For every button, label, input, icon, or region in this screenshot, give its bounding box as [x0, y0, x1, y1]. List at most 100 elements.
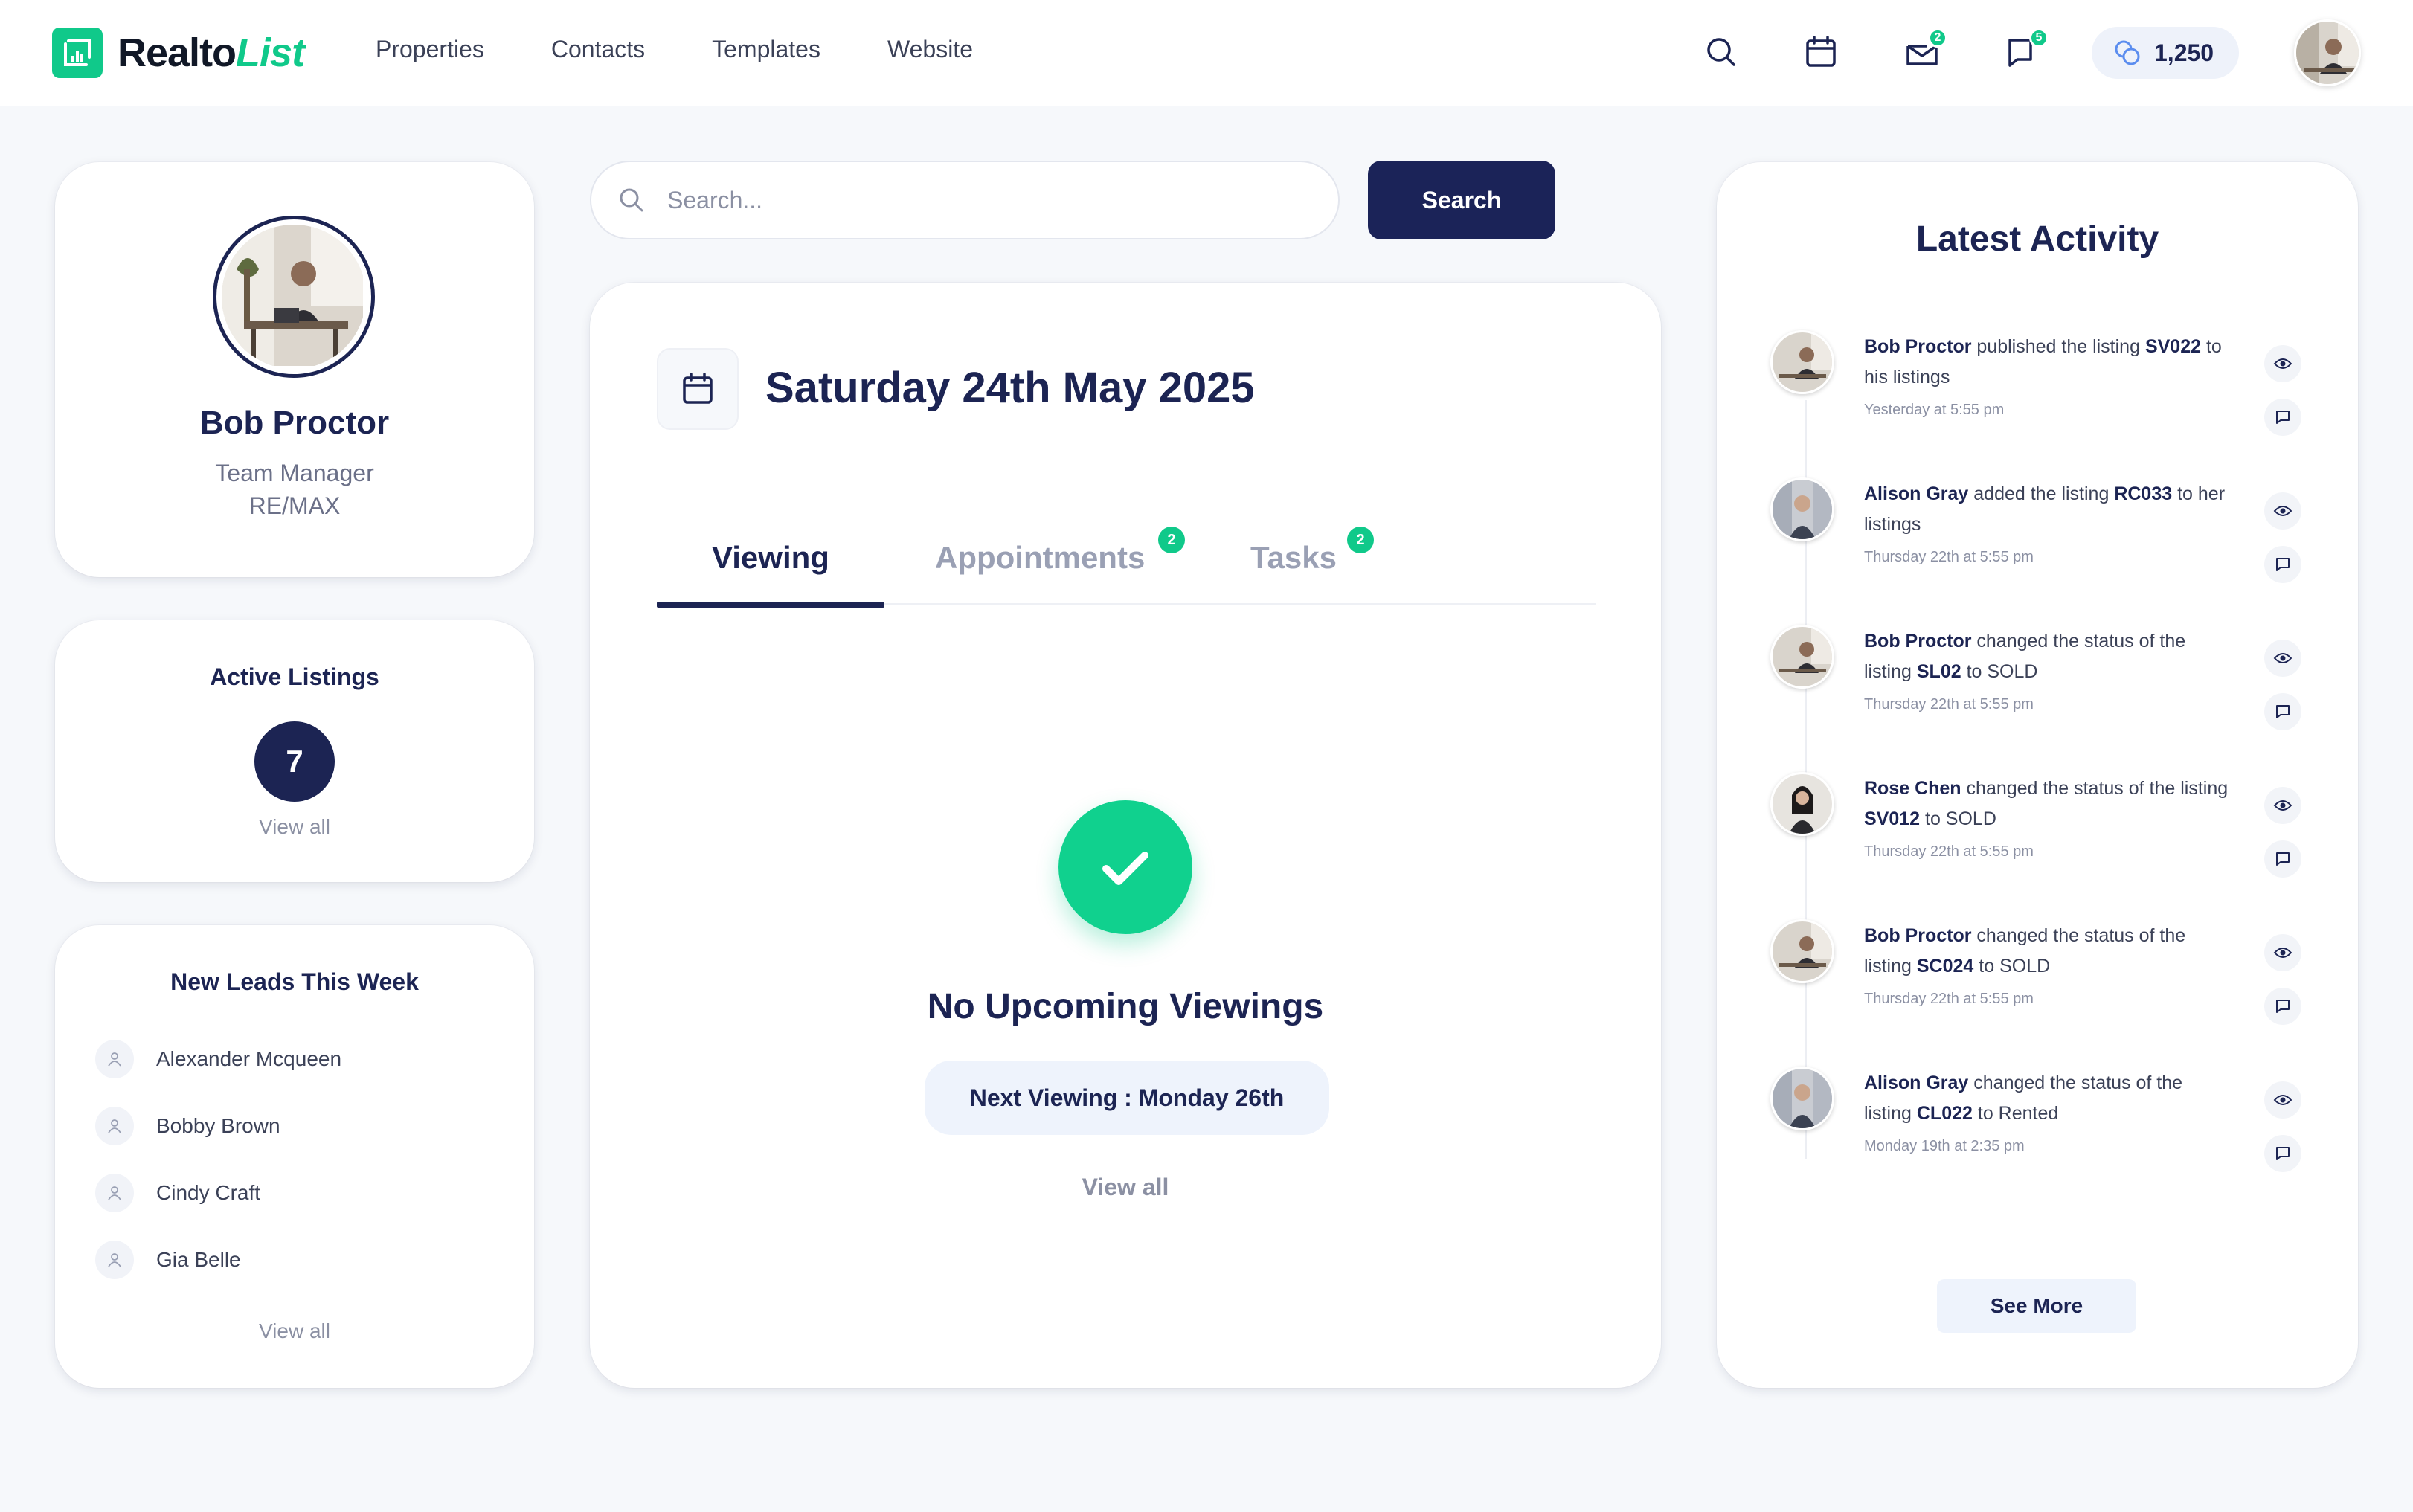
comment-icon[interactable]: [2264, 399, 2301, 436]
activity-text: Rose Chen changed the status of the list…: [1864, 778, 2229, 829]
coins-icon: [2115, 40, 2140, 65]
activity-avatar: [1770, 330, 1834, 394]
comment-icon[interactable]: [2264, 1135, 2301, 1172]
logo-mark-icon: [52, 28, 103, 78]
schedule-view-all[interactable]: View all: [590, 1174, 1661, 1201]
profile-card: Bob Proctor Team Manager RE/MAX: [55, 162, 534, 577]
activity-avatar: [1770, 1067, 1834, 1130]
check-icon: [1058, 800, 1192, 934]
activity-title: Latest Activity: [1915, 219, 2159, 259]
activity-text: Alison Gray added the listing RC033 to h…: [1864, 483, 2226, 535]
activity-time: Thursday 22th at 5:55 pm: [1864, 696, 2034, 712]
brand-logo[interactable]: RealtoList: [52, 27, 305, 79]
activity-text: Alison Gray changed the status of the li…: [1864, 1072, 2183, 1124]
nav-link-contacts[interactable]: Contacts: [551, 36, 645, 63]
lead-item[interactable]: Alexander Mcqueen: [95, 1040, 341, 1078]
activity-item: Bob Proctor changed the status of the li…: [1770, 916, 2336, 1035]
comment-icon[interactable]: [2264, 840, 2301, 878]
eye-icon[interactable]: [2264, 345, 2301, 382]
search-input[interactable]: [667, 186, 1307, 214]
search-icon: [620, 188, 643, 212]
comment-icon[interactable]: [2264, 546, 2301, 583]
credits-pill[interactable]: 1,250: [2092, 27, 2239, 79]
schedule-card: Saturday 24th May 2025 Viewing Appointme…: [590, 283, 1661, 1388]
nav-link-properties[interactable]: Properties: [376, 36, 484, 63]
tab-appointments[interactable]: Appointments 2: [934, 506, 1194, 605]
lead-item[interactable]: Cindy Craft: [95, 1174, 260, 1212]
person-icon: [95, 1040, 134, 1078]
comment-icon[interactable]: [2264, 693, 2301, 730]
eye-icon[interactable]: [2264, 934, 2301, 971]
brand-name: RealtoList: [118, 30, 305, 75]
mail-badge: 2: [1928, 28, 1947, 48]
profile-name: Bob Proctor: [199, 405, 390, 441]
eye-icon[interactable]: [2264, 492, 2301, 530]
search-icon[interactable]: [1702, 33, 1741, 71]
tab-viewing[interactable]: Viewing: [657, 506, 884, 608]
nav-link-templates[interactable]: Templates: [712, 36, 820, 63]
active-tab-indicator: [657, 602, 884, 608]
search-button[interactable]: Search: [1368, 161, 1555, 239]
eye-icon[interactable]: [2264, 787, 2301, 824]
new-leads-view-all[interactable]: View all: [55, 1319, 534, 1343]
tab-tasks-label: Tasks: [1250, 540, 1337, 575]
comment-icon[interactable]: [2264, 988, 2301, 1025]
activity-text: Bob Proctor published the listing SV022 …: [1864, 336, 2222, 387]
eye-icon[interactable]: [2264, 1081, 2301, 1119]
activity-avatar: [1770, 919, 1834, 983]
activity-item: Bob Proctor changed the status of the li…: [1770, 622, 2336, 741]
chat-icon[interactable]: 5: [2004, 28, 2049, 71]
activity-time: Thursday 22th at 5:55 pm: [1864, 549, 2034, 565]
new-leads-card: New Leads This Week Alexander Mcqueen Bo…: [55, 925, 534, 1388]
tasks-badge: 2: [1347, 527, 1374, 553]
top-navbar: RealtoList Properties Contacts Templates…: [0, 0, 2413, 106]
calendar-icon: [657, 348, 739, 430]
active-listings-card: Active Listings 7 View all: [55, 620, 534, 882]
activity-item: Alison Gray changed the status of the li…: [1770, 1064, 2336, 1183]
lead-name: Cindy Craft: [156, 1181, 261, 1204]
eye-icon[interactable]: [2264, 640, 2301, 677]
next-viewing-pill[interactable]: Next Viewing : Monday 26th: [925, 1061, 1329, 1135]
schedule-date: Saturday 24th May 2025: [765, 364, 1255, 412]
lead-item[interactable]: Gia Belle: [95, 1241, 241, 1279]
credits-value: 1,250: [2154, 39, 2214, 66]
profile-photo: [213, 216, 375, 378]
mail-icon[interactable]: 2: [1903, 28, 1947, 71]
empty-state-title: No Upcoming Viewings: [927, 987, 1324, 1026]
tab-tasks[interactable]: Tasks 2: [1249, 506, 1383, 605]
activity-text: Bob Proctor changed the status of the li…: [1864, 925, 2186, 977]
activity-text: Bob Proctor changed the status of the li…: [1864, 631, 2186, 682]
activity-time: Thursday 22th at 5:55 pm: [1864, 991, 2034, 1007]
appointments-badge: 2: [1158, 527, 1185, 553]
lead-name: Bobby Brown: [156, 1114, 280, 1137]
tab-appointments-label: Appointments: [935, 540, 1146, 575]
activity-avatar: [1770, 772, 1834, 836]
active-listings-title: Active Listings: [210, 663, 379, 690]
schedule-tabs: Viewing Appointments 2 Tasks 2: [657, 506, 1596, 608]
active-listings-count[interactable]: 7: [254, 721, 335, 802]
activity-time: Yesterday at 5:55 pm: [1864, 402, 2005, 418]
new-leads-title: New Leads This Week: [170, 968, 419, 995]
activity-time: Monday 19th at 2:35 pm: [1864, 1138, 2025, 1154]
activity-item: Alison Gray added the listing RC033 to h…: [1770, 474, 2336, 593]
lead-item[interactable]: Bobby Brown: [95, 1107, 280, 1145]
profile-role: Team Manager: [215, 460, 374, 486]
person-icon: [95, 1241, 134, 1279]
see-more-button[interactable]: See More: [1937, 1279, 2136, 1333]
lead-name: Gia Belle: [156, 1248, 241, 1271]
main-nav: Properties Contacts Templates Website: [376, 36, 1040, 63]
activity-item: Rose Chen changed the status of the list…: [1770, 769, 2336, 888]
user-avatar[interactable]: [2294, 19, 2361, 86]
person-icon: [95, 1107, 134, 1145]
calendar-icon[interactable]: [1802, 33, 1840, 71]
activity-avatar: [1770, 477, 1834, 541]
latest-activity-card: Latest Activity Bob Proctor published th…: [1717, 162, 2358, 1388]
active-listings-view-all[interactable]: View all: [55, 815, 534, 839]
tab-viewing-label: Viewing: [712, 540, 829, 575]
chat-badge: 5: [2029, 28, 2049, 48]
nav-link-website[interactable]: Website: [887, 36, 973, 63]
person-icon: [95, 1174, 134, 1212]
search-bar[interactable]: [590, 161, 1340, 239]
activity-time: Thursday 22th at 5:55 pm: [1864, 843, 2034, 860]
profile-company: RE/MAX: [248, 492, 341, 519]
